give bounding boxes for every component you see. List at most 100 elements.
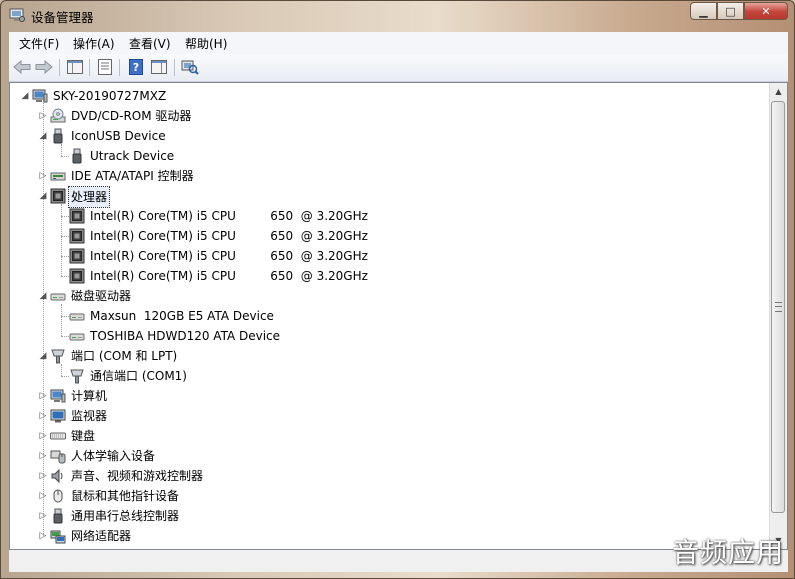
tree-category-0[interactable]: ▷ DVD/CD-ROM 驱动器 xyxy=(10,106,765,126)
tree-device-3-0[interactable]: Intel(R) Core(TM) i5 CPU 650 @ 3.20GHz xyxy=(10,206,765,226)
tree-device-3-1[interactable]: Intel(R) Core(TM) i5 CPU 650 @ 3.20GHz xyxy=(10,226,765,246)
tree-device-1-0[interactable]: Utrack Device xyxy=(10,146,765,166)
tree-item-label: 鼠标和其他指针设备 xyxy=(71,489,180,503)
scan-hardware-button[interactable] xyxy=(180,58,200,76)
expand-arrow-icon[interactable]: ▷ xyxy=(39,412,47,421)
help-button[interactable]: ? xyxy=(126,58,146,76)
tree-category-6[interactable]: ▷ 计算机 xyxy=(10,386,765,406)
processor-icon xyxy=(69,228,85,244)
collapse-arrow-icon[interactable]: ◢ xyxy=(39,292,47,301)
tree-item-label: 键盘 xyxy=(71,429,96,443)
menu-action[interactable]: 操作(A) xyxy=(73,35,115,52)
expand-arrow-icon[interactable]: ▷ xyxy=(39,472,47,481)
tree-item-label: 计算机 xyxy=(71,389,108,403)
monitor-icon xyxy=(50,408,66,424)
show-hide-console-tree-icon xyxy=(67,60,83,74)
maximize-button[interactable]: □ xyxy=(717,2,744,20)
tree-item-label: Utrack Device xyxy=(90,149,175,163)
dvd-drive-icon xyxy=(50,108,66,124)
keyboard-icon xyxy=(50,428,66,444)
close-button[interactable]: ✕ xyxy=(744,2,788,20)
expand-arrow-icon[interactable]: ▷ xyxy=(39,172,47,181)
tree-category-8[interactable]: ▷ 键盘 xyxy=(10,426,765,446)
tree-category-1[interactable]: ◢ IconUSB Device xyxy=(10,126,765,146)
disk-drive-icon xyxy=(69,328,85,344)
network-adapter-icon xyxy=(50,528,66,544)
expand-arrow-icon[interactable]: ▷ xyxy=(39,492,47,501)
tree-device-3-2[interactable]: Intel(R) Core(TM) i5 CPU 650 @ 3.20GHz xyxy=(10,246,765,266)
scroll-up-icon[interactable]: ▲ xyxy=(770,83,787,100)
expand-arrow-icon[interactable]: ▷ xyxy=(39,432,47,441)
tree-category-4[interactable]: ◢ 磁盘驱动器 xyxy=(10,286,765,306)
expand-arrow-icon[interactable]: ▷ xyxy=(39,452,47,461)
menu-file[interactable]: 文件(F) xyxy=(19,35,59,52)
tree-category-2[interactable]: ▷ IDE ATA/ATAPI 控制器 xyxy=(10,166,765,186)
usb-device-icon xyxy=(69,148,85,164)
tree-category-3[interactable]: ◢ 处理器 xyxy=(10,186,765,208)
tree-item-label: 监视器 xyxy=(71,409,108,423)
tree-item-label: 磁盘驱动器 xyxy=(71,289,132,303)
action-pane-button[interactable] xyxy=(149,58,169,76)
processor-icon xyxy=(50,188,66,204)
tree-item-label: Intel(R) Core(TM) i5 CPU 650 @ 3.20GHz xyxy=(90,209,368,223)
collapse-arrow-icon[interactable]: ◢ xyxy=(21,92,29,101)
tree-device-4-1[interactable]: TOSHIBA HDWD120 ATA Device xyxy=(10,326,765,346)
tree-category-13[interactable]: ▷ 网络适配器 xyxy=(10,526,765,546)
tree-category-7[interactable]: ▷ 监视器 xyxy=(10,406,765,426)
tree-item-label: 人体学输入设备 xyxy=(71,449,156,463)
port-icon xyxy=(50,348,66,364)
hid-icon xyxy=(50,448,66,464)
tree-device-4-0[interactable]: Maxsun 120GB E5 ATA Device xyxy=(10,306,765,326)
tree-item-label: SKY-20190727MXZ xyxy=(53,89,167,103)
usb-controller-icon xyxy=(50,508,66,524)
processor-icon xyxy=(69,248,85,264)
usb-device-icon xyxy=(50,128,66,144)
device-tree-panel[interactable]: ◢ SKY-20190727MXZ ▷ DVD/CD-ROM 驱动器 ◢ IconUSB … xyxy=(9,82,788,550)
computer-icon xyxy=(50,388,66,404)
back-arrow-icon xyxy=(13,60,31,74)
tree-item-label: 通信端口 (COM1) xyxy=(90,369,187,383)
close-icon: ✕ xyxy=(761,4,771,18)
show-hide-tree-button[interactable] xyxy=(65,58,85,76)
expand-arrow-icon[interactable]: ▷ xyxy=(39,392,47,401)
processor-icon xyxy=(69,268,85,284)
minimize-button[interactable]: ▁ xyxy=(690,2,717,20)
device-manager-window: 设备管理器 ▁ □ ✕ 文件(F) 操作(A) 查看(V) 帮助(H) ? ◢ … xyxy=(0,0,795,579)
maximize-icon: □ xyxy=(725,4,736,18)
tree-item-label: DVD/CD-ROM 驱动器 xyxy=(71,109,192,123)
tree-item-label: 处理器 xyxy=(68,186,111,208)
sound-icon xyxy=(50,468,66,484)
scrollbar-thumb[interactable] xyxy=(771,101,785,513)
tree-item-label: IDE ATA/ATAPI 控制器 xyxy=(71,169,194,183)
tree-category-12[interactable]: ▷ 通用串行总线控制器 xyxy=(10,506,765,526)
menu-view[interactable]: 查看(V) xyxy=(129,35,171,52)
collapse-arrow-icon[interactable]: ◢ xyxy=(39,192,47,201)
tree-root-computer[interactable]: ◢ SKY-20190727MXZ xyxy=(10,86,765,106)
title-bar[interactable]: 设备管理器 ▁ □ ✕ xyxy=(1,1,794,31)
svg-text:?: ? xyxy=(133,61,139,74)
collapse-arrow-icon[interactable]: ◢ xyxy=(39,132,47,141)
forward-button[interactable] xyxy=(34,58,54,76)
tree-category-5[interactable]: ◢ 端口 (COM 和 LPT) xyxy=(10,346,765,366)
tree-category-9[interactable]: ▷ 人体学输入设备 xyxy=(10,446,765,466)
menu-help[interactable]: 帮助(H) xyxy=(185,35,227,52)
tree-category-11[interactable]: ▷ 鼠标和其他指针设备 xyxy=(10,486,765,506)
tree-category-10[interactable]: ▷ 声音、视频和游戏控制器 xyxy=(10,466,765,486)
toolbar: ? xyxy=(9,54,788,82)
menu-bar: 文件(F) 操作(A) 查看(V) 帮助(H) xyxy=(9,32,788,55)
processor-icon xyxy=(69,208,85,224)
vertical-scrollbar[interactable]: ▲ ▼ xyxy=(769,83,787,549)
tree-item-label: IconUSB Device xyxy=(71,129,166,143)
tree-device-5-0[interactable]: 通信端口 (COM1) xyxy=(10,366,765,386)
expand-arrow-icon[interactable]: ▷ xyxy=(39,112,47,121)
action-pane-icon xyxy=(151,60,167,74)
back-button[interactable] xyxy=(12,58,32,76)
tree-item-label: 声音、视频和游戏控制器 xyxy=(71,469,204,483)
computer-icon xyxy=(32,88,48,104)
tree-device-3-3[interactable]: Intel(R) Core(TM) i5 CPU 650 @ 3.20GHz xyxy=(10,266,765,286)
expand-arrow-icon[interactable]: ▷ xyxy=(39,532,47,541)
collapse-arrow-icon[interactable]: ◢ xyxy=(39,352,47,361)
expand-arrow-icon[interactable]: ▷ xyxy=(39,512,47,521)
properties-button[interactable] xyxy=(95,58,115,76)
properties-icon xyxy=(98,59,112,75)
